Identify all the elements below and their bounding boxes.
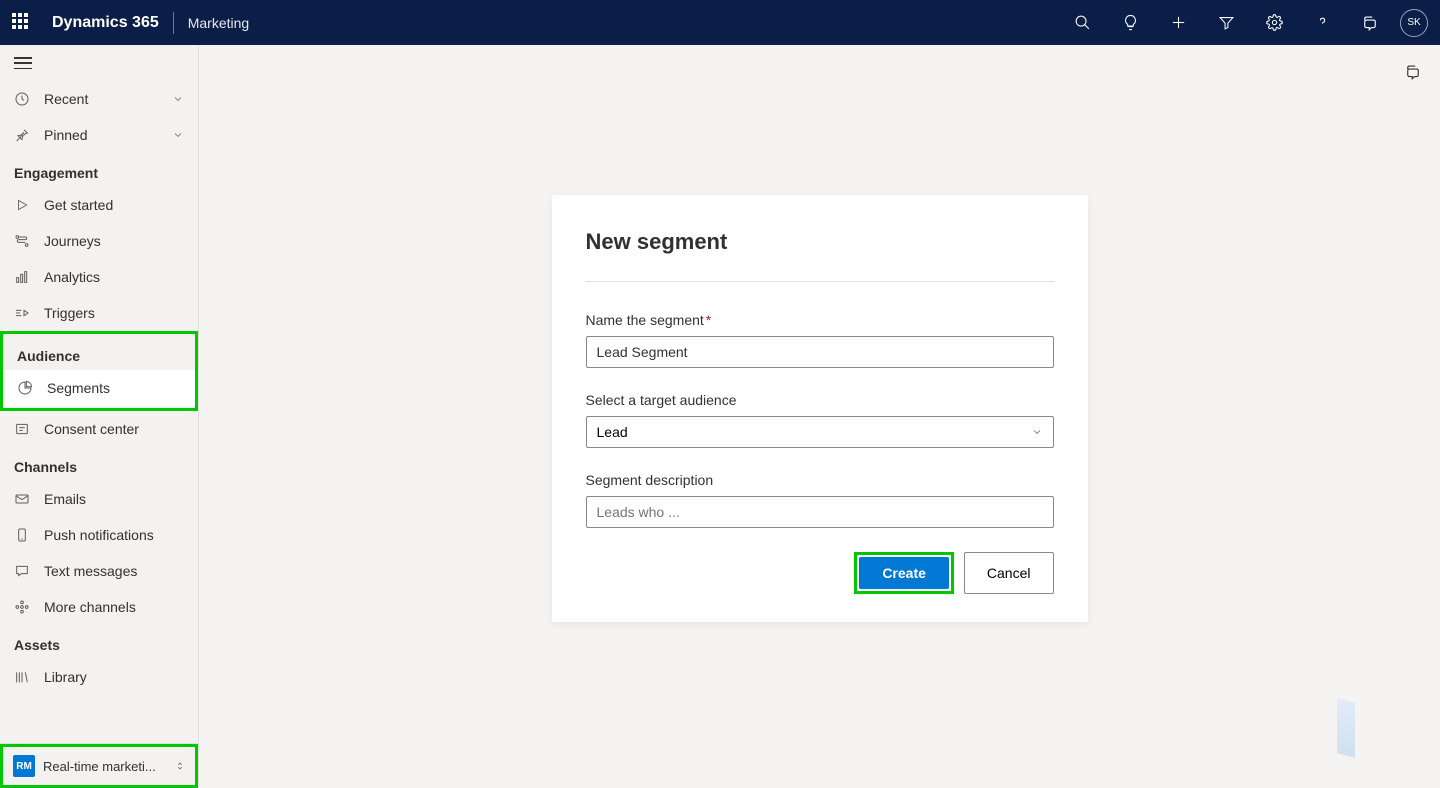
dialog-title: New segment xyxy=(586,229,1054,282)
lightbulb-icon[interactable] xyxy=(1106,0,1154,45)
sidebar-group-channels: Channels xyxy=(0,447,198,481)
sidebar-item-journeys[interactable]: Journeys xyxy=(0,223,198,259)
select-value: Lead xyxy=(597,424,628,440)
sidebar-item-pinned[interactable]: Pinned xyxy=(0,117,198,153)
sidebar-item-label: More channels xyxy=(44,599,184,615)
segment-name-input[interactable] xyxy=(586,336,1054,368)
area-badge: RM xyxy=(13,755,35,777)
cancel-button[interactable]: Cancel xyxy=(964,552,1054,594)
sidebar-item-analytics[interactable]: Analytics xyxy=(0,259,198,295)
top-navbar: Dynamics 365 Marketing SK xyxy=(0,0,1440,45)
chevron-down-icon xyxy=(1031,426,1043,438)
avatar[interactable]: SK xyxy=(1400,9,1428,37)
trigger-icon xyxy=(14,305,30,321)
library-icon xyxy=(14,669,30,685)
sidebar-group-engagement: Engagement xyxy=(0,153,198,187)
sidebar-item-label: Push notifications xyxy=(44,527,184,543)
sidebar-item-label: Library xyxy=(44,669,184,685)
hamburger-icon[interactable] xyxy=(0,45,198,81)
filter-icon[interactable] xyxy=(1202,0,1250,45)
chevron-down-icon xyxy=(172,93,184,105)
app-launcher-icon[interactable] xyxy=(12,13,32,33)
sidebar-item-recent[interactable]: Recent xyxy=(0,81,198,117)
sidebar-item-text-messages[interactable]: Text messages xyxy=(0,553,198,589)
sidebar-group-audience: Audience xyxy=(3,336,195,370)
sidebar-item-label: Segments xyxy=(47,380,181,396)
create-button[interactable]: Create xyxy=(859,557,949,589)
sidebar-item-label: Recent xyxy=(44,91,158,107)
area-switcher-button[interactable]: RM Real-time marketi... xyxy=(3,749,195,783)
sidebar-item-label: Journeys xyxy=(44,233,184,249)
divider xyxy=(173,12,174,34)
sidebar-item-segments[interactable]: Segments xyxy=(3,370,195,406)
more-channels-icon xyxy=(14,599,30,615)
push-icon xyxy=(14,527,30,543)
sidebar-item-consent-center[interactable]: Consent center xyxy=(0,411,198,447)
panel-chat-icon[interactable] xyxy=(1404,63,1422,81)
sidebar-item-more-channels[interactable]: More channels xyxy=(0,589,198,625)
play-icon xyxy=(14,197,30,213)
sms-icon xyxy=(14,563,30,579)
chevron-updown-icon xyxy=(175,759,185,773)
required-mark: * xyxy=(706,312,711,328)
sidebar-item-push[interactable]: Push notifications xyxy=(0,517,198,553)
gear-icon[interactable] xyxy=(1250,0,1298,45)
sidebar-item-label: Triggers xyxy=(44,305,184,321)
target-audience-label: Select a target audience xyxy=(586,392,1054,408)
sidebar: Recent Pinned Engagement Get started xyxy=(0,45,199,788)
top-actions: SK xyxy=(1058,0,1428,45)
segment-name-label: Name the segment* xyxy=(586,312,1054,328)
module-label[interactable]: Marketing xyxy=(188,15,249,31)
journey-icon xyxy=(14,233,30,249)
email-icon xyxy=(14,491,30,507)
sidebar-item-label: Analytics xyxy=(44,269,184,285)
target-audience-select[interactable]: Lead xyxy=(586,416,1054,448)
highlight-create-button: Create xyxy=(854,552,954,594)
new-segment-dialog: New segment Name the segment* Select a t… xyxy=(552,195,1088,622)
sidebar-item-label: Text messages xyxy=(44,563,184,579)
clock-icon xyxy=(14,91,30,107)
sidebar-item-label: Get started xyxy=(44,197,184,213)
consent-icon xyxy=(14,421,30,437)
plus-icon[interactable] xyxy=(1154,0,1202,45)
main-content: New segment Name the segment* Select a t… xyxy=(199,45,1440,788)
decorative-shape xyxy=(1337,698,1355,758)
segment-description-input[interactable] xyxy=(586,496,1054,528)
sidebar-item-label: Emails xyxy=(44,491,184,507)
sidebar-item-emails[interactable]: Emails xyxy=(0,481,198,517)
pin-icon xyxy=(14,127,30,143)
search-icon[interactable] xyxy=(1058,0,1106,45)
sidebar-item-label: Pinned xyxy=(44,127,158,143)
chat-icon[interactable] xyxy=(1346,0,1394,45)
sidebar-item-get-started[interactable]: Get started xyxy=(0,187,198,223)
sidebar-group-assets: Assets xyxy=(0,625,198,659)
sidebar-item-library[interactable]: Library xyxy=(0,659,198,695)
highlight-audience-section: Audience Segments xyxy=(0,331,198,411)
area-switcher: RM Real-time marketi... xyxy=(0,743,198,788)
sidebar-item-label: Consent center xyxy=(44,421,184,437)
brand-label: Dynamics 365 xyxy=(52,14,159,32)
chevron-down-icon xyxy=(172,129,184,141)
area-label: Real-time marketi... xyxy=(43,759,167,774)
segment-description-label: Segment description xyxy=(586,472,1054,488)
sidebar-item-triggers[interactable]: Triggers xyxy=(0,295,198,331)
segments-icon xyxy=(17,380,33,396)
help-icon[interactable] xyxy=(1298,0,1346,45)
analytics-icon xyxy=(14,269,30,285)
